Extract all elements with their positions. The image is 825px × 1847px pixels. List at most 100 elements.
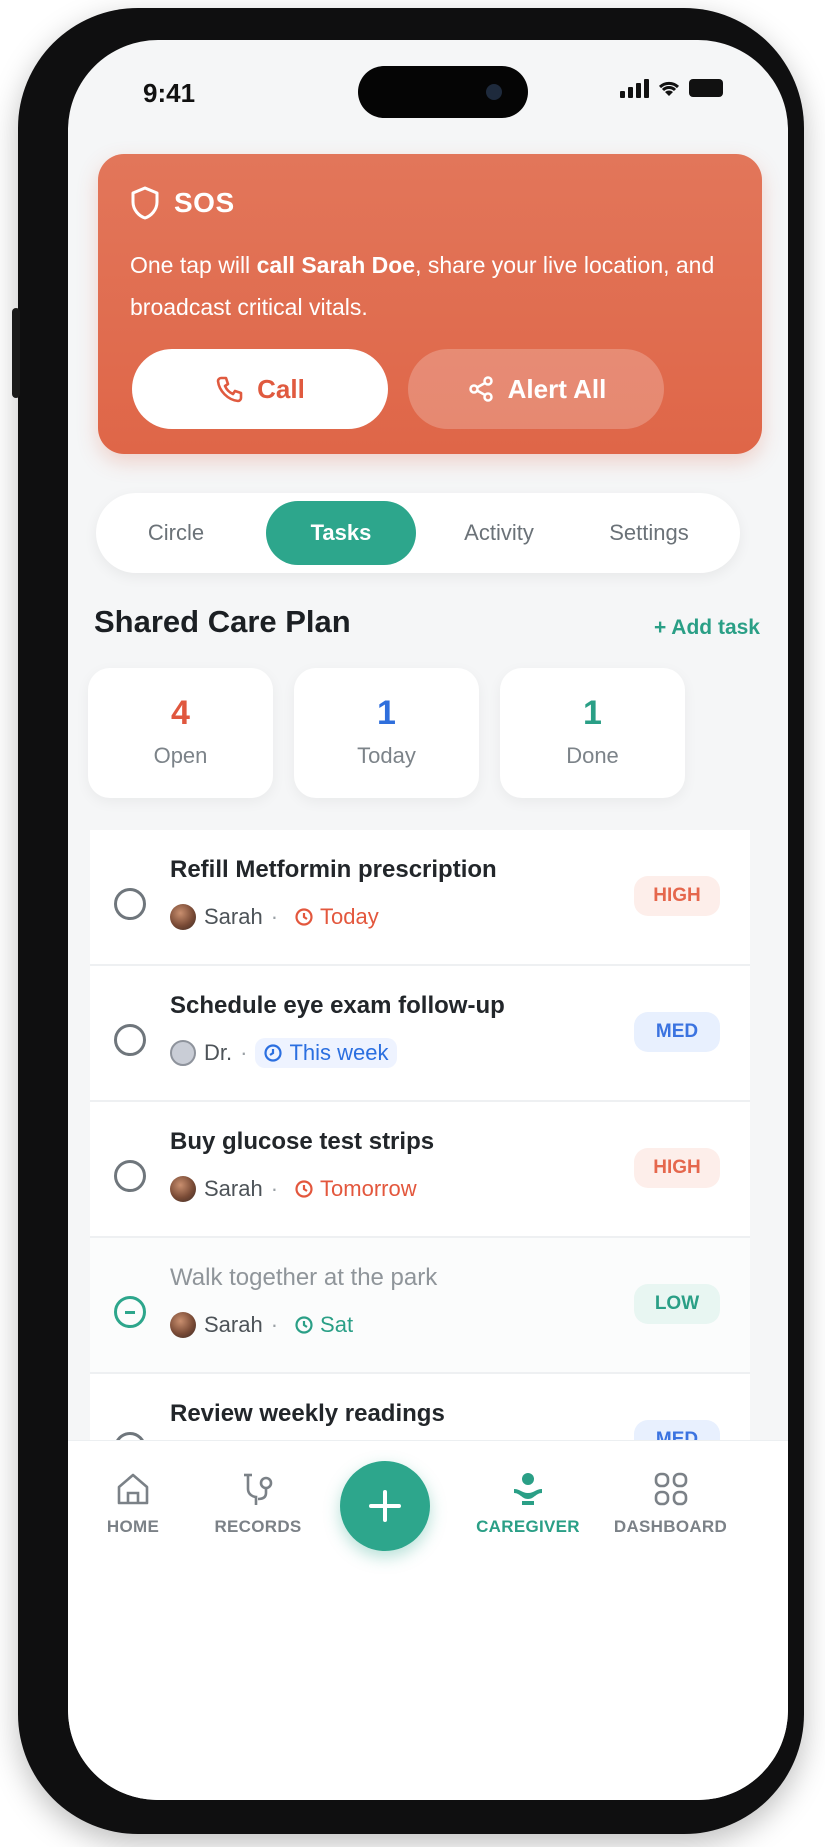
- status-bar: 9:41: [68, 40, 788, 135]
- avatar: [170, 1176, 196, 1202]
- phone-frame: 9:41 SOS One tap will call Sarah Doe, sh…: [12, 8, 804, 1834]
- nav-records[interactable]: RECORDS: [193, 1461, 323, 1537]
- sos-desc-prefix: One tap will: [130, 252, 257, 278]
- tab-activity[interactable]: Activity: [434, 493, 564, 573]
- records-icon: [244, 1473, 273, 1505]
- nav-dashboard-label: DASHBOARD: [613, 1517, 728, 1536]
- dynamic-island: [358, 66, 528, 118]
- nav-caregiver-label: CAREGIVER: [476, 1517, 580, 1536]
- stat-done[interactable]: 1 Done: [500, 668, 685, 798]
- call-button[interactable]: Call: [132, 349, 388, 429]
- task-title: Walk together at the park: [170, 1264, 438, 1291]
- sos-card: SOS One tap will call Sarah Doe, share y…: [98, 154, 762, 454]
- nav-home-label: HOME: [106, 1517, 160, 1536]
- section-title: Shared Care Plan: [94, 604, 351, 639]
- meta-separator: ·: [270, 1176, 279, 1201]
- sos-desc-contact: call Sarah Doe: [256, 252, 416, 278]
- shield-icon: [131, 186, 159, 220]
- share-icon: [468, 376, 493, 402]
- task-assignee: Sarah: [204, 1176, 263, 1201]
- task-checkbox[interactable]: [114, 888, 146, 920]
- task-title: Refill Metformin prescription: [170, 856, 497, 883]
- nav-home[interactable]: HOME: [68, 1461, 198, 1537]
- task-list: Refill Metformin prescription Sarah · To…: [90, 830, 750, 1450]
- clock-icon: [295, 1180, 313, 1198]
- task-due: Today: [286, 902, 387, 932]
- task-due: Sat: [286, 1310, 361, 1340]
- system-icons: [620, 78, 723, 98]
- task-due: Tomorrow: [286, 1174, 425, 1204]
- sos-description: One tap will call Sarah Doe, share your …: [130, 244, 730, 328]
- task-meta: Dr. · This week: [170, 1038, 397, 1068]
- task-meta: Sarah · Tomorrow: [170, 1174, 425, 1204]
- signal-icon: [620, 78, 649, 98]
- dashboard-icon: [654, 1472, 687, 1506]
- task-title: Schedule eye exam follow-up: [170, 992, 505, 1019]
- task-title: Review weekly readings: [170, 1400, 445, 1427]
- task-due-label: This week: [289, 1040, 389, 1065]
- clock-icon: [295, 908, 313, 926]
- stat-today[interactable]: 1 Today: [294, 668, 479, 798]
- nav-records-label: RECORDS: [214, 1517, 302, 1536]
- meta-separator: ·: [240, 1040, 248, 1065]
- phone-icon: [216, 376, 243, 403]
- stat-open-value: 4: [171, 694, 190, 732]
- task-checkbox[interactable]: [114, 1024, 146, 1056]
- wifi-icon: [658, 81, 680, 96]
- tab-settings[interactable]: Settings: [574, 493, 724, 573]
- task-row[interactable]: Buy glucose test strips Sarah · Tomorrow…: [90, 1102, 750, 1238]
- clock-icon: [295, 1316, 313, 1334]
- battery-icon: [689, 79, 723, 97]
- alert-all-button[interactable]: Alert All: [408, 349, 664, 429]
- section-tabs: Circle Tasks Activity Settings: [96, 493, 740, 573]
- priority-badge: LOW: [634, 1284, 720, 1324]
- stat-done-value: 1: [583, 694, 602, 732]
- call-button-label: Call: [257, 373, 305, 404]
- avatar: [170, 1312, 196, 1338]
- add-task-link[interactable]: + Add task: [654, 616, 760, 640]
- home-icon: [117, 1473, 149, 1505]
- caregiver-icon: [514, 1473, 542, 1505]
- task-due-label: Sat: [320, 1312, 354, 1337]
- stat-today-label: Today: [357, 743, 416, 768]
- bottom-nav: HOME RECORDS CAREGIVER DASHBOARD: [68, 1440, 788, 1800]
- app-screen: 9:41 SOS One tap will call Sarah Doe, sh…: [68, 40, 788, 1800]
- task-row[interactable]: Walk together at the park Sarah · Sat LO…: [90, 1238, 750, 1374]
- task-due-label: Tomorrow: [320, 1176, 417, 1201]
- nav-dashboard[interactable]: DASHBOARD: [598, 1461, 743, 1537]
- task-row[interactable]: Review weekly readings MED: [90, 1374, 750, 1450]
- tab-tasks[interactable]: Tasks: [266, 501, 416, 565]
- plus-icon: [369, 1490, 401, 1522]
- task-assignee: Sarah: [204, 904, 263, 929]
- nav-caregiver[interactable]: CAREGIVER: [463, 1461, 593, 1537]
- stat-open[interactable]: 4 Open: [88, 668, 273, 798]
- task-row[interactable]: Refill Metformin prescription Sarah · To…: [90, 830, 750, 966]
- alert-all-label: Alert All: [507, 373, 607, 404]
- add-button[interactable]: [340, 1461, 430, 1551]
- task-assignee: Dr.: [204, 1040, 233, 1065]
- sos-header: SOS: [130, 186, 235, 220]
- task-meta: Sarah · Today: [170, 902, 387, 932]
- sos-title: SOS: [174, 187, 235, 218]
- stat-open-label: Open: [153, 743, 208, 768]
- stat-done-label: Done: [566, 743, 619, 768]
- task-title: Buy glucose test strips: [170, 1128, 435, 1155]
- calendar-icon: [264, 1044, 283, 1062]
- task-due: This week: [255, 1038, 397, 1068]
- task-assignee: Sarah: [204, 1312, 263, 1337]
- priority-badge: MED: [634, 1012, 720, 1052]
- stat-today-value: 1: [377, 694, 396, 732]
- meta-separator: ·: [270, 1312, 279, 1337]
- status-time: 9:41: [143, 78, 196, 108]
- task-checkbox[interactable]: [114, 1160, 146, 1192]
- task-meta: Sarah · Sat: [170, 1310, 361, 1340]
- doctor-avatar: [170, 1040, 196, 1066]
- task-checkbox-checked[interactable]: [114, 1296, 146, 1328]
- priority-badge: HIGH: [634, 876, 720, 916]
- task-row[interactable]: Schedule eye exam follow-up Dr. · This w…: [90, 966, 750, 1102]
- tab-circle[interactable]: Circle: [106, 493, 246, 573]
- task-due-label: Today: [320, 904, 379, 929]
- avatar: [170, 904, 196, 930]
- priority-badge: HIGH: [634, 1148, 720, 1188]
- meta-separator: ·: [270, 904, 279, 929]
